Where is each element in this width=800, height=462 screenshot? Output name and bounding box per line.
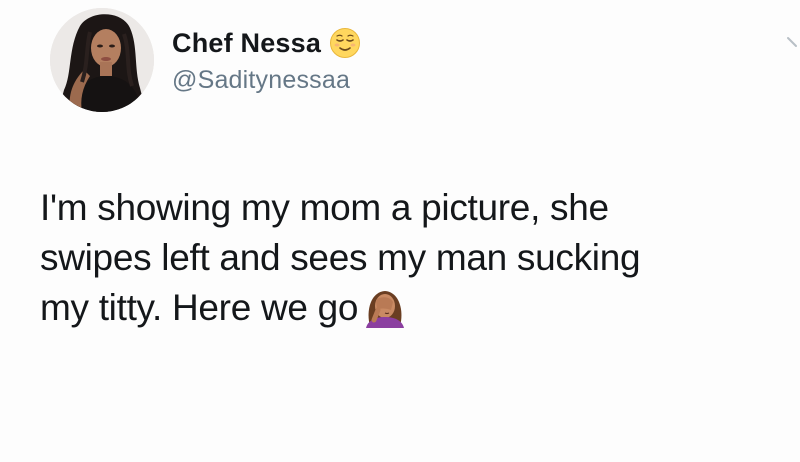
tweet-text-line: I'm showing my mom a picture, she	[40, 187, 609, 228]
tweet-text-line-last: my titty. Here we go	[40, 283, 800, 333]
tweet-text-line: my titty. Here we go	[40, 287, 359, 328]
tweet-card: Chef Nessa @Saditynessaa I'm showing my …	[0, 0, 800, 462]
woman-facepalming-icon	[360, 286, 410, 328]
relieved-face-icon	[329, 27, 361, 59]
tweet-text: I'm showing my mom a picture, she swipes…	[40, 183, 800, 333]
author-name-row[interactable]: Chef Nessa	[172, 26, 361, 60]
avatar-photo	[50, 8, 154, 112]
tweet-text-line: swipes left and sees my man sucking	[40, 237, 641, 278]
username-handle[interactable]: @Saditynessaa	[172, 66, 350, 95]
chevron-down-icon[interactable]	[786, 34, 800, 54]
avatar[interactable]	[50, 8, 154, 112]
display-name[interactable]: Chef Nessa	[172, 28, 321, 59]
